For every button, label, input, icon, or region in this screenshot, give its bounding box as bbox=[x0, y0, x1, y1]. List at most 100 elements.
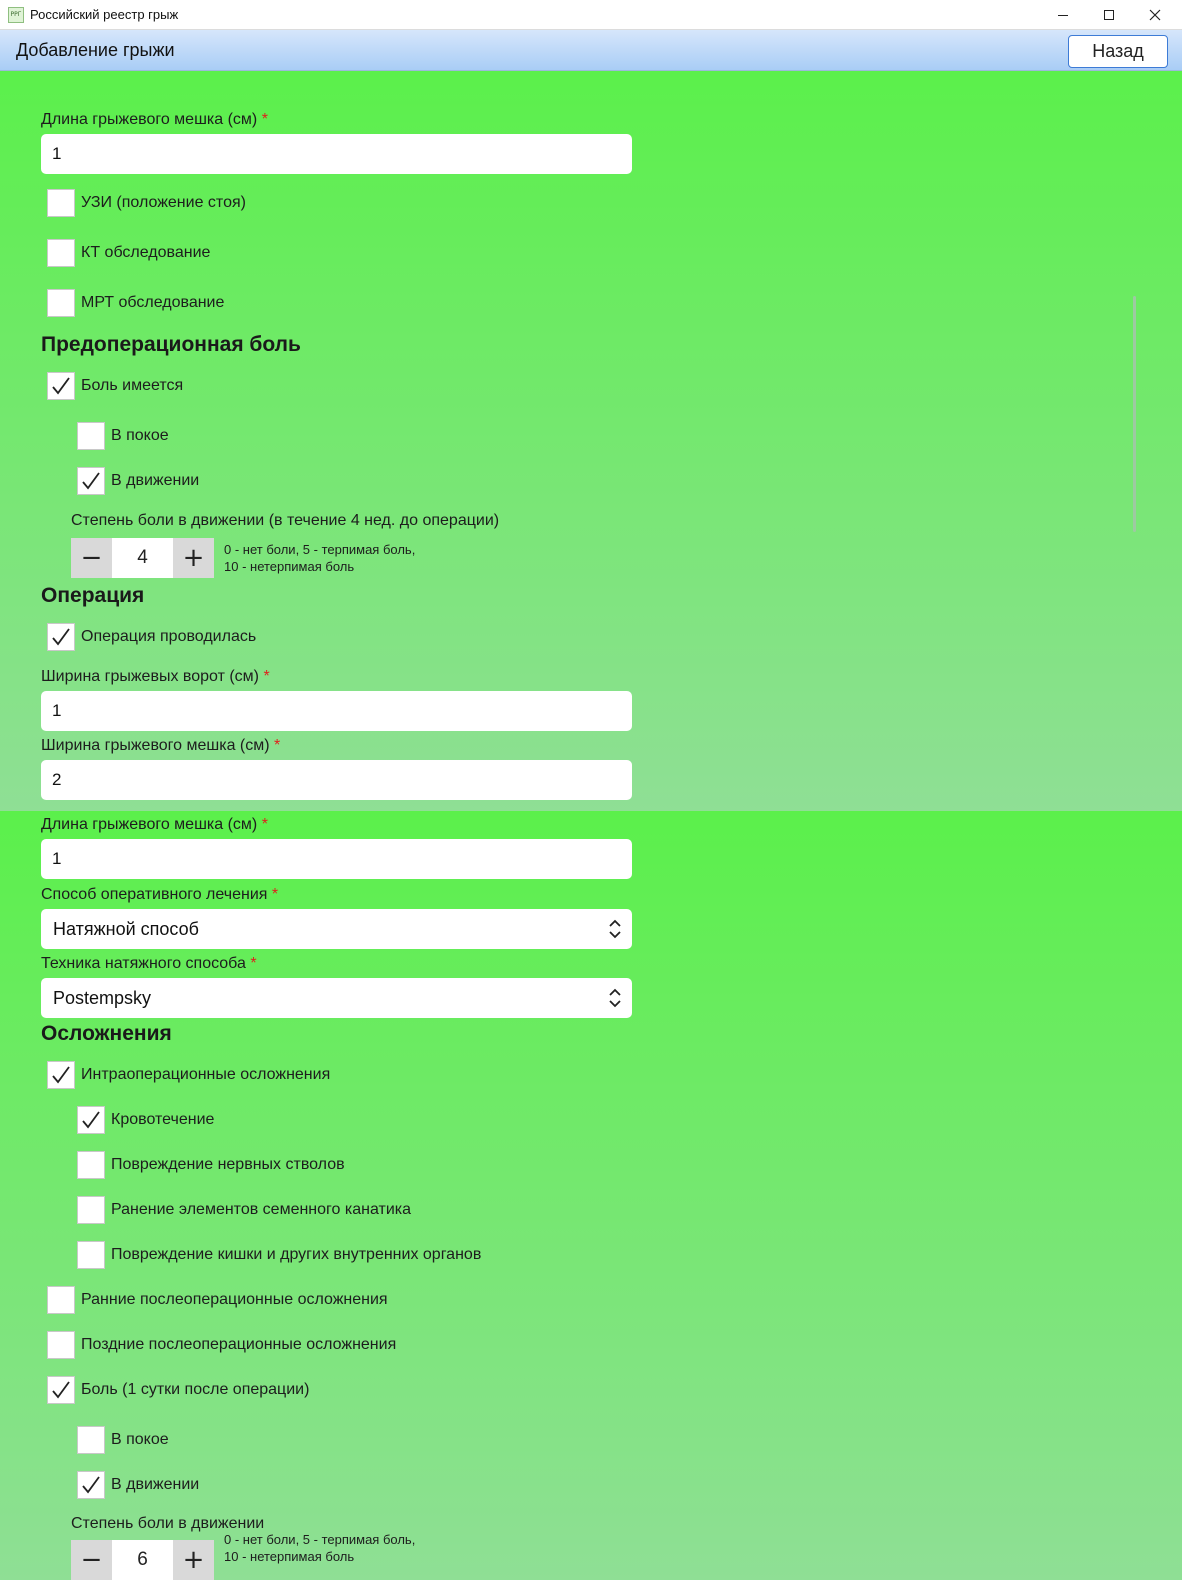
operation-title: Операция bbox=[41, 584, 145, 607]
operation-done-checkbox[interactable] bbox=[47, 623, 75, 651]
early-row[interactable]: Ранние послеоперационные осложнения bbox=[47, 1285, 388, 1315]
mri-checkbox-row[interactable]: МРТ обследование bbox=[47, 288, 224, 318]
late-label: Поздние послеоперационные осложнения bbox=[81, 1336, 397, 1353]
ct-label: КТ обследование bbox=[81, 244, 211, 261]
nerve-label: Повреждение нервных стволов bbox=[111, 1156, 345, 1173]
pre-rest-label: В покое bbox=[111, 427, 169, 444]
close-icon bbox=[1149, 9, 1161, 21]
nerve-checkbox[interactable] bbox=[77, 1151, 105, 1179]
post-rest-checkbox[interactable] bbox=[77, 1426, 105, 1454]
scrollbar[interactable] bbox=[1133, 296, 1136, 532]
gate-width-input[interactable]: 1 bbox=[41, 691, 632, 731]
post-motion-checkbox[interactable] bbox=[77, 1471, 105, 1499]
maximize-icon bbox=[1104, 10, 1114, 20]
nerve-row[interactable]: Повреждение нервных стволов bbox=[77, 1150, 345, 1180]
select-arrows-icon bbox=[609, 919, 621, 939]
bleeding-row[interactable]: Кровотечение bbox=[77, 1105, 214, 1135]
back-button[interactable]: Назад bbox=[1068, 35, 1168, 68]
early-label: Ранние послеоперационные осложнения bbox=[81, 1291, 388, 1308]
page-header: Добавление грыжи Назад bbox=[0, 30, 1182, 71]
us-label: УЗИ (положение стоя) bbox=[81, 194, 246, 211]
operation-done-label: Операция проводилась bbox=[81, 628, 257, 645]
late-row[interactable]: Поздние послеоперационные осложнения bbox=[47, 1330, 396, 1360]
increment-button[interactable]: + bbox=[173, 1540, 214, 1580]
increment-button[interactable]: + bbox=[173, 538, 214, 578]
required-mark: * bbox=[250, 955, 257, 972]
pre-motion-checkbox[interactable] bbox=[77, 467, 105, 495]
window-titlebar: РРГ Российский реестр грыж bbox=[0, 0, 1182, 30]
technique-value: Postempsky bbox=[53, 988, 152, 1008]
hint-line: 0 - нет боли, 5 - терпимая боль, bbox=[224, 1532, 416, 1547]
post-motion-label: В движении bbox=[111, 1476, 200, 1493]
minimize-icon bbox=[1058, 14, 1068, 16]
bowel-label: Повреждение кишки и других внутренних ор… bbox=[111, 1246, 482, 1263]
sac-length-label: Длина грыжевого мешка (см) * bbox=[41, 111, 268, 128]
operation-done-row[interactable]: Операция проводилась bbox=[47, 622, 256, 652]
decrement-button[interactable]: − bbox=[71, 1540, 112, 1580]
form-panel-top: Длина грыжевого мешка (см) * 1 УЗИ (поло… bbox=[0, 71, 1182, 811]
method-value: Натяжной способ bbox=[53, 919, 199, 939]
checkmark-icon bbox=[82, 472, 100, 490]
hint-line: 0 - нет боли, 5 - терпимая боль, bbox=[224, 542, 416, 557]
sac-width-label: Ширина грыжевого мешка (см) * bbox=[41, 737, 281, 754]
pain-present-row[interactable]: Боль имеется bbox=[47, 371, 183, 401]
form-panel-bottom: Длина грыжевого мешка (см) * 1 Способ оп… bbox=[0, 811, 1182, 1580]
method-select[interactable]: Натяжной способ bbox=[41, 909, 632, 949]
early-checkbox[interactable] bbox=[47, 1286, 75, 1314]
us-checkbox[interactable] bbox=[47, 189, 75, 217]
post-motion-row[interactable]: В движении bbox=[77, 1470, 199, 1500]
app-icon: РРГ bbox=[8, 7, 24, 23]
intraop-row[interactable]: Интраоперационные осложнения bbox=[47, 1060, 330, 1090]
intraop-label: Интраоперационные осложнения bbox=[81, 1066, 331, 1083]
late-checkbox[interactable] bbox=[47, 1331, 75, 1359]
checkmark-icon bbox=[52, 377, 70, 395]
bleeding-checkbox[interactable] bbox=[77, 1106, 105, 1134]
sac-width-input[interactable]: 2 bbox=[41, 760, 632, 800]
checkmark-icon bbox=[82, 1476, 100, 1494]
minimize-button[interactable] bbox=[1040, 0, 1086, 30]
checkmark-icon bbox=[52, 628, 70, 646]
window-title: Российский реестр грыж bbox=[30, 7, 179, 22]
postop-pain-checkbox[interactable] bbox=[47, 1376, 75, 1404]
ct-checkbox-row[interactable]: КТ обследование bbox=[47, 238, 210, 268]
post-pain-value[interactable]: 6 bbox=[112, 1540, 173, 1580]
technique-select[interactable]: Postempsky bbox=[41, 978, 632, 1018]
required-mark: * bbox=[274, 737, 281, 754]
hint-line: 10 - нетерпимая боль bbox=[224, 559, 355, 574]
postop-pain-row[interactable]: Боль (1 сутки после операции) bbox=[47, 1375, 309, 1405]
maximize-button[interactable] bbox=[1086, 0, 1132, 30]
required-mark: * bbox=[263, 668, 270, 685]
mri-checkbox[interactable] bbox=[47, 289, 75, 317]
sac-length-input[interactable]: 1 bbox=[41, 134, 632, 174]
checkmark-icon bbox=[52, 1066, 70, 1084]
intraop-checkbox[interactable] bbox=[47, 1061, 75, 1089]
pre-rest-row[interactable]: В покое bbox=[77, 421, 169, 451]
required-mark: * bbox=[261, 816, 268, 833]
post-rest-row[interactable]: В покое bbox=[77, 1425, 169, 1455]
cord-checkbox[interactable] bbox=[77, 1196, 105, 1224]
technique-label: Техника натяжного способа * bbox=[41, 955, 257, 972]
gate-width-label: Ширина грыжевых ворот (см) * bbox=[41, 668, 270, 685]
sac-length-label: Длина грыжевого мешка (см) * bbox=[41, 816, 268, 833]
decrement-button[interactable]: − bbox=[71, 538, 112, 578]
close-button[interactable] bbox=[1132, 0, 1178, 30]
pain-present-checkbox[interactable] bbox=[47, 372, 75, 400]
pain-present-label: Боль имеется bbox=[81, 377, 184, 394]
cord-row[interactable]: Ранение элементов семенного канатика bbox=[77, 1195, 411, 1225]
bowel-row[interactable]: Повреждение кишки и других внутренних ор… bbox=[77, 1240, 481, 1270]
sac-length-input[interactable]: 1 bbox=[41, 839, 632, 879]
pre-motion-label: В движении bbox=[111, 472, 200, 489]
page-title: Добавление грыжи bbox=[16, 40, 175, 60]
pre-motion-row[interactable]: В движении bbox=[77, 466, 199, 496]
post-pain-stepper: − 6 + bbox=[71, 1540, 214, 1580]
bowel-checkbox[interactable] bbox=[77, 1241, 105, 1269]
cord-label: Ранение элементов семенного канатика bbox=[111, 1201, 412, 1218]
mri-label: МРТ обследование bbox=[81, 294, 225, 311]
checkmark-icon bbox=[52, 1381, 70, 1399]
method-label: Способ оперативного лечения * bbox=[41, 886, 279, 903]
pre-rest-checkbox[interactable] bbox=[77, 422, 105, 450]
us-checkbox-row[interactable]: УЗИ (положение стоя) bbox=[47, 188, 246, 218]
ct-checkbox[interactable] bbox=[47, 239, 75, 267]
complications-title: Осложнения bbox=[41, 1022, 172, 1045]
pre-pain-value[interactable]: 4 bbox=[112, 538, 173, 578]
